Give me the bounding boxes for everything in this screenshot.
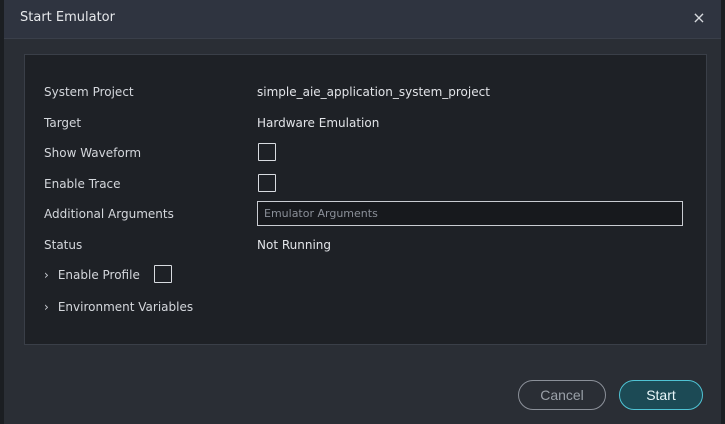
start-emulator-dialog: Start Emulator × System Project simple_a… <box>4 0 721 424</box>
dialog-title: Start Emulator <box>20 10 115 25</box>
close-icon[interactable]: × <box>690 8 708 28</box>
additional-arguments-label: Additional Arguments <box>44 207 174 221</box>
enable-trace-label: Enable Trace <box>44 177 121 191</box>
cancel-button[interactable]: Cancel <box>518 380 606 410</box>
enable-trace-checkbox[interactable] <box>258 174 276 192</box>
show-waveform-checkbox[interactable] <box>258 143 276 161</box>
show-waveform-label: Show Waveform <box>44 146 142 160</box>
status-value: Not Running <box>257 238 332 252</box>
chevron-right-icon: › <box>44 268 49 282</box>
system-project-label: System Project <box>44 85 134 99</box>
target-value: Hardware Emulation <box>257 116 380 130</box>
system-project-value: simple_aie_application_system_project <box>257 85 490 99</box>
start-button[interactable]: Start <box>619 380 703 410</box>
target-label: Target <box>44 116 82 130</box>
dialog-titlebar: Start Emulator × <box>4 0 721 39</box>
settings-panel: System Project simple_aie_application_sy… <box>24 54 707 345</box>
emulator-arguments-input[interactable] <box>257 201 683 226</box>
enable-profile-label: Enable Profile <box>57 268 140 282</box>
environment-variables-expander[interactable]: › Environment Variables <box>44 300 193 314</box>
enable-profile-checkbox[interactable] <box>154 265 172 283</box>
enable-profile-expander[interactable]: › Enable Profile <box>44 268 140 282</box>
chevron-right-icon: › <box>44 300 49 314</box>
environment-variables-label: Environment Variables <box>57 300 194 314</box>
status-label: Status <box>44 238 83 252</box>
